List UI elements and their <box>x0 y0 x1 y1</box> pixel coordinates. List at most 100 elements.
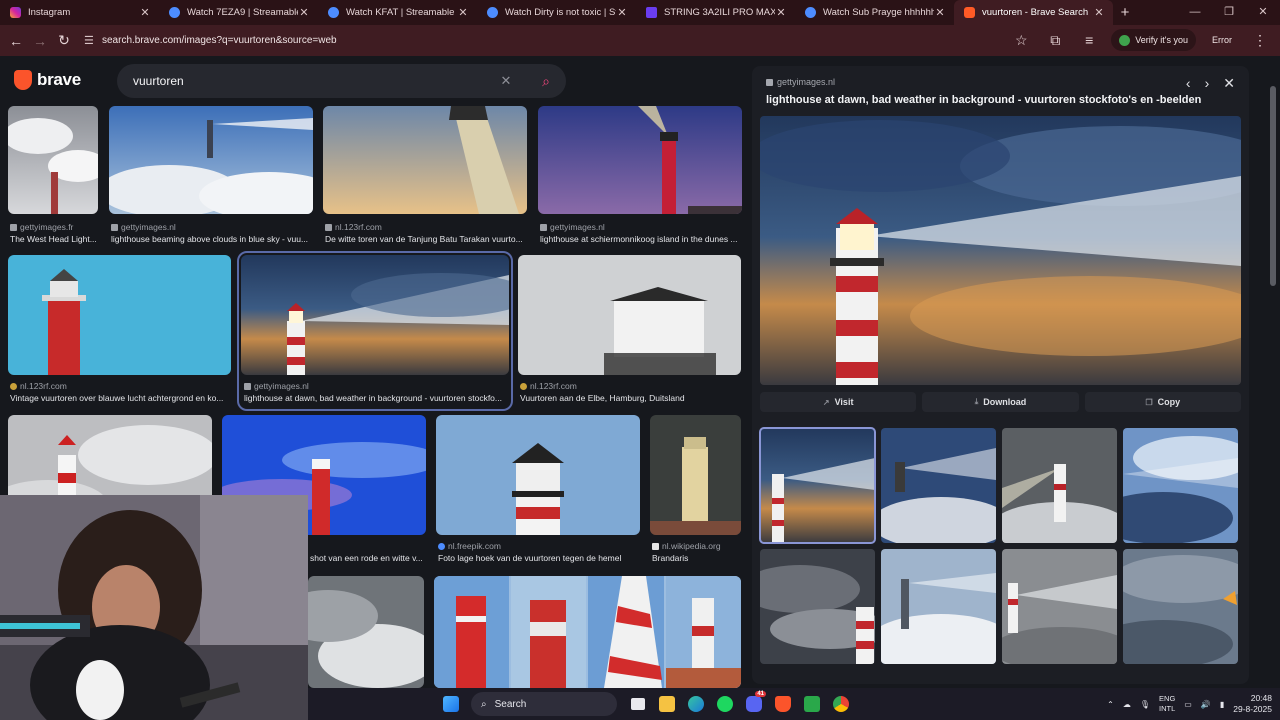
scrollbar-thumb[interactable] <box>1270 86 1276 286</box>
copy-button[interactable]: ❐ Copy <box>1084 392 1241 412</box>
result-card[interactable]: gettyimages.fr The West Head Light... <box>8 106 98 246</box>
close-icon[interactable]: ✕ <box>934 6 946 19</box>
close-icon[interactable]: ✕ <box>775 6 787 19</box>
result-thumbnail <box>8 106 98 214</box>
site-settings-icon[interactable]: ☰ <box>84 34 102 47</box>
minimize-icon[interactable]: — <box>1178 0 1212 25</box>
brave-icon <box>774 696 791 712</box>
detail-title[interactable]: lighthouse at dawn, bad weather in backg… <box>766 94 1206 106</box>
result-card[interactable]: nl.123rf.com De witte toren van de Tanju… <box>323 106 527 246</box>
result-caption: Foto lage hoek van de vuurtoren tegen de… <box>438 553 622 563</box>
verify-label: Verify it's you <box>1135 35 1188 45</box>
tab-streamable-dirty[interactable]: Watch Dirty is not toxic | Streamable ✕ <box>477 0 636 25</box>
result-card[interactable] <box>434 576 741 688</box>
download-button[interactable]: ⤓ Download <box>922 392 1079 412</box>
tab-streamable-sub[interactable]: Watch Sub Prayge hhhhhhhhhhh ✕ <box>795 0 954 25</box>
close-icon[interactable]: ✕ <box>616 6 628 19</box>
result-thumbnail <box>434 576 741 688</box>
tab-streamable-7eza9[interactable]: Watch 7EZA9 | Streamable ✕ <box>159 0 318 25</box>
page-scrollbar[interactable] <box>1270 66 1276 676</box>
result-card[interactable]: gettyimages.nl lighthouse beaming above … <box>109 106 313 246</box>
chevron-left-icon[interactable]: ‹ <box>1186 75 1191 92</box>
new-tab-button[interactable]: + <box>1113 4 1137 21</box>
spotify-button[interactable] <box>710 688 739 720</box>
file-explorer-button[interactable] <box>652 688 681 720</box>
edge-button[interactable] <box>681 688 710 720</box>
result-card[interactable] <box>308 576 424 688</box>
result-card[interactable]: nl.123rf.com Vuurtoren aan de Elbe, Hamb… <box>518 255 741 407</box>
chevron-right-icon[interactable]: › <box>1205 75 1210 92</box>
related-image[interactable] <box>760 549 875 664</box>
result-card-selected[interactable]: gettyimages.nl lighthouse at dawn, bad w… <box>237 251 513 411</box>
media-controls-icon[interactable]: ≡ <box>1077 32 1101 48</box>
cloud-icon[interactable]: ☁ <box>1123 700 1131 709</box>
error-button[interactable]: Error <box>1206 35 1238 45</box>
clear-search-icon[interactable]: ✕ <box>486 73 526 89</box>
related-image-selected[interactable] <box>759 427 876 544</box>
result-caption: Vintage vuurtoren over blauwe lucht acht… <box>10 393 224 403</box>
restore-icon[interactable]: ❐ <box>1212 0 1246 25</box>
close-window-icon[interactable]: ✕ <box>1246 0 1280 25</box>
brave-taskbar-button[interactable] <box>768 688 797 720</box>
result-card[interactable]: gettyimages.nl lighthouse at schiermonni… <box>538 106 742 246</box>
result-source: nl.123rf.com <box>520 381 577 391</box>
external-link-icon: ↗ <box>822 397 830 407</box>
related-image[interactable] <box>1002 428 1117 543</box>
clock[interactable]: 20:48 29-8-2025 <box>1233 693 1272 715</box>
related-image[interactable] <box>1123 549 1238 664</box>
result-thumbnail <box>109 106 313 214</box>
battery-icon[interactable]: ▮ <box>1220 700 1224 709</box>
search-icon[interactable]: ⌕ <box>526 73 566 90</box>
menu-icon[interactable]: ⋮ <box>1248 32 1272 49</box>
tab-instagram[interactable]: Instagram ✕ <box>0 0 159 25</box>
reload-icon[interactable]: ↻ <box>52 32 76 49</box>
visit-button[interactable]: ↗ Visit <box>760 392 917 412</box>
app-button[interactable] <box>797 688 826 720</box>
microphone-icon[interactable]: 🎙 <box>1140 700 1150 709</box>
verify-profile-button[interactable]: Verify it's you <box>1111 29 1196 51</box>
brave-icon <box>964 7 975 18</box>
taskbar-search[interactable]: ⌕ Search <box>471 692 617 716</box>
forward-icon[interactable]: → <box>28 33 52 49</box>
close-icon[interactable]: ✕ <box>139 6 151 19</box>
close-icon[interactable]: ✕ <box>1093 6 1105 19</box>
related-image[interactable] <box>881 428 996 543</box>
discord-button[interactable]: 41 <box>739 688 768 720</box>
back-icon[interactable]: ← <box>4 33 28 49</box>
address-bar[interactable]: ☰ search.brave.com/images?q=vuurtoren&so… <box>84 29 1084 52</box>
related-image[interactable] <box>1123 428 1238 543</box>
detail-image[interactable] <box>760 116 1241 385</box>
search-icon: ⌕ <box>481 698 487 710</box>
close-icon[interactable]: ✕ <box>1223 75 1235 92</box>
display-icon[interactable]: ▭ <box>1184 700 1192 709</box>
result-caption: The West Head Light... <box>10 234 97 244</box>
result-card[interactable]: nl.123rf.com Vintage vuurtoren over blau… <box>8 255 231 407</box>
start-button[interactable] <box>436 688 465 720</box>
result-thumbnail <box>538 106 742 214</box>
related-image[interactable] <box>881 549 996 664</box>
task-view-button[interactable] <box>623 688 652 720</box>
detail-source[interactable]: gettyimages.nl <box>766 77 835 87</box>
tab-brave-search[interactable]: vuurtoren - Brave Search ✕ <box>954 0 1113 25</box>
result-thumbnail <box>518 255 741 375</box>
language-indicator[interactable]: ENG INTL <box>1159 694 1175 714</box>
close-icon[interactable]: ✕ <box>298 6 310 19</box>
result-source: nl.freepik.com <box>438 541 501 551</box>
result-thumbnail <box>8 255 231 375</box>
image-detail-panel: gettyimages.nl lighthouse at dawn, bad w… <box>752 66 1249 684</box>
chrome-button[interactable] <box>826 688 855 720</box>
tab-title: Watch Dirty is not toxic | Streamable <box>505 7 616 18</box>
discord-badge: 41 <box>755 691 766 697</box>
related-image[interactable] <box>1002 549 1117 664</box>
extensions-icon[interactable]: ⧉ <box>1043 32 1067 49</box>
volume-icon[interactable]: 🔊 <box>1201 700 1211 709</box>
bookmark-star-icon[interactable]: ☆ <box>1009 32 1033 49</box>
result-card[interactable]: nl.wikipedia.org Brandaris <box>650 415 741 567</box>
result-card[interactable]: nl.freepik.com Foto lage hoek van de vuu… <box>436 415 640 567</box>
chevron-up-icon[interactable]: ⌃ <box>1107 700 1114 709</box>
tab-twitch-stream[interactable]: STRING 3A2ILI PRO MAX !! VALORANT ✕ <box>636 0 795 25</box>
brave-logo[interactable]: brave <box>14 70 81 90</box>
tab-streamable-kfat[interactable]: Watch KFAT | Streamable ✕ <box>318 0 477 25</box>
close-icon[interactable]: ✕ <box>457 6 469 19</box>
search-input[interactable] <box>133 74 486 88</box>
